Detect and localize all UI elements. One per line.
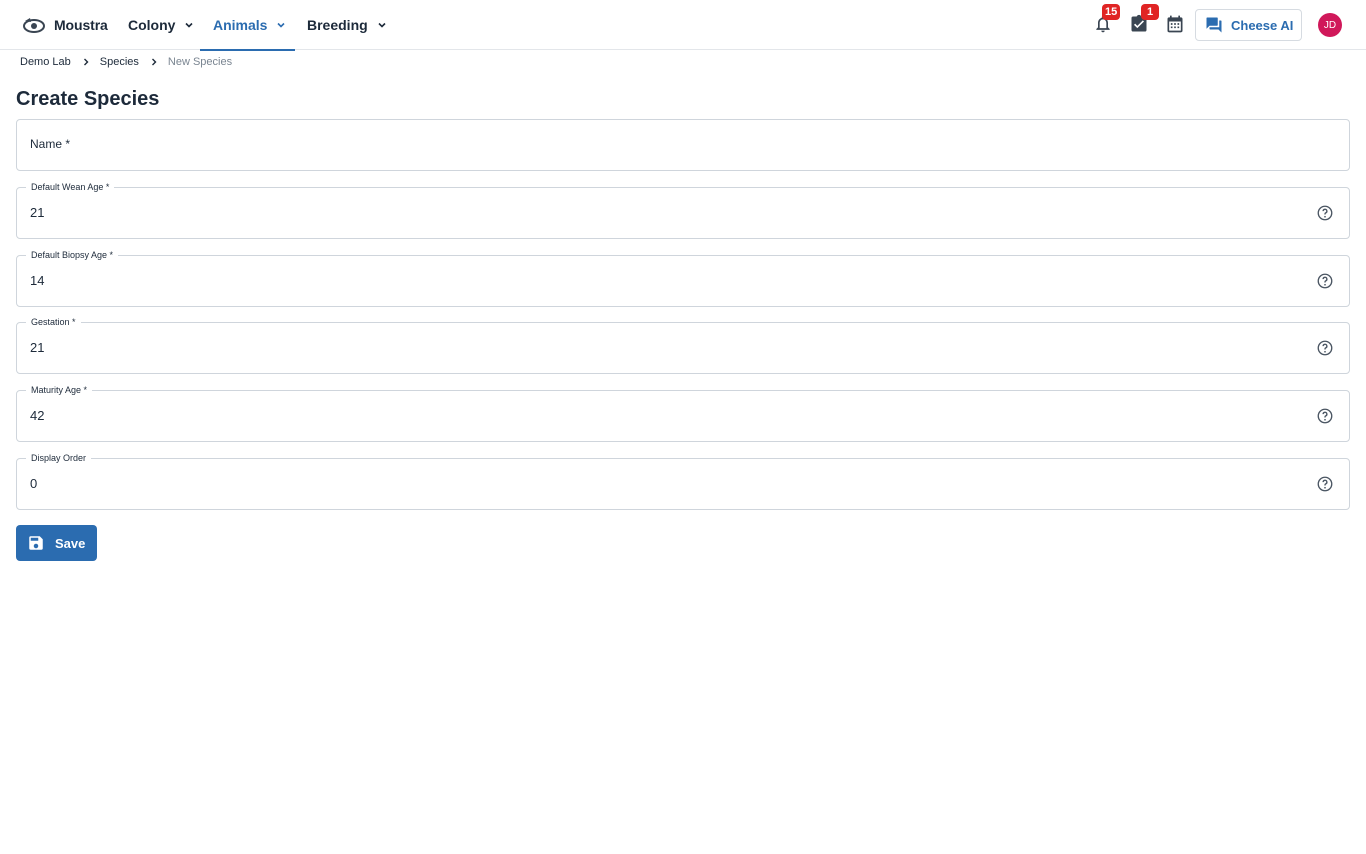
- breadcrumb: Demo Lab Species New Species: [20, 54, 232, 70]
- chevron-down-icon: [185, 22, 194, 28]
- breadcrumb-species[interactable]: Species: [100, 56, 139, 68]
- maturity-age-label: Maturity Age *: [26, 383, 93, 397]
- help-icon[interactable]: [1316, 475, 1334, 493]
- maturity-age-field[interactable]: Maturity Age * 42: [16, 383, 1350, 442]
- nav-animals-label: Animals: [213, 17, 268, 33]
- default-wean-age-label: Default Wean Age *: [26, 180, 115, 194]
- default-biopsy-age-field[interactable]: Default Biopsy Age * 14: [16, 248, 1350, 307]
- save-label: Save: [55, 535, 86, 551]
- default-biopsy-age-value: 14: [30, 273, 45, 288]
- help-icon[interactable]: [1316, 204, 1334, 222]
- nav-breeding[interactable]: Breeding: [307, 0, 388, 50]
- name-field-label: Name *: [30, 137, 71, 151]
- save-button[interactable]: Save: [16, 525, 97, 561]
- calendar-button[interactable]: [1164, 12, 1186, 36]
- breadcrumb-new-species: New Species: [167, 56, 233, 68]
- display-order-value: 0: [30, 476, 38, 491]
- app-name: Moustra: [54, 17, 108, 33]
- default-biopsy-age-label: Default Biopsy Age *: [26, 248, 119, 262]
- top-navigation-bar: Moustra Colony Animals Breeding 15 1 Che…: [0, 0, 1366, 51]
- notifications-button[interactable]: 15: [1092, 4, 1121, 36]
- nav-breeding-label: Breeding: [307, 17, 368, 33]
- help-icon[interactable]: [1316, 339, 1334, 357]
- app-logo[interactable]: Moustra: [22, 13, 108, 37]
- name-field[interactable]: Name *: [16, 119, 1350, 171]
- gestation-value: 21: [30, 340, 45, 355]
- display-order-field[interactable]: Display Order 0: [16, 451, 1350, 510]
- default-wean-age-field[interactable]: Default Wean Age * 21: [16, 180, 1350, 239]
- notifications-badge: 15: [1102, 4, 1121, 20]
- chevron-down-icon: [378, 22, 386, 28]
- breadcrumb-demo-lab[interactable]: Demo Lab: [20, 56, 71, 68]
- help-icon[interactable]: [1316, 407, 1334, 425]
- user-avatar[interactable]: JD: [1318, 13, 1342, 37]
- gestation-label: Gestation *: [26, 315, 81, 329]
- tasks-button[interactable]: 1: [1128, 4, 1159, 36]
- gestation-field[interactable]: Gestation * 21: [16, 315, 1350, 374]
- nav-animals[interactable]: Animals: [200, 0, 295, 51]
- chat-icon: [1206, 17, 1222, 33]
- default-wean-age-value: 21: [30, 205, 45, 220]
- display-order-label: Display Order: [26, 451, 92, 465]
- moustra-logo-icon: [23, 18, 45, 33]
- help-icon[interactable]: [1316, 272, 1334, 290]
- maturity-age-value: 42: [30, 408, 45, 423]
- cheese-ai-label: Cheese AI: [1231, 17, 1294, 33]
- tasks-badge: 1: [1141, 4, 1159, 20]
- chevron-right-icon: [151, 58, 157, 66]
- page-title: Create Species: [16, 88, 160, 110]
- nav-colony-label: Colony: [128, 17, 176, 33]
- chevron-down-icon: [277, 22, 286, 28]
- save-icon: [29, 536, 43, 550]
- calendar-icon: [1167, 15, 1183, 33]
- nav-colony[interactable]: Colony: [128, 0, 195, 50]
- chevron-right-icon: [83, 58, 89, 66]
- cheese-ai-button[interactable]: Cheese AI: [1195, 9, 1302, 41]
